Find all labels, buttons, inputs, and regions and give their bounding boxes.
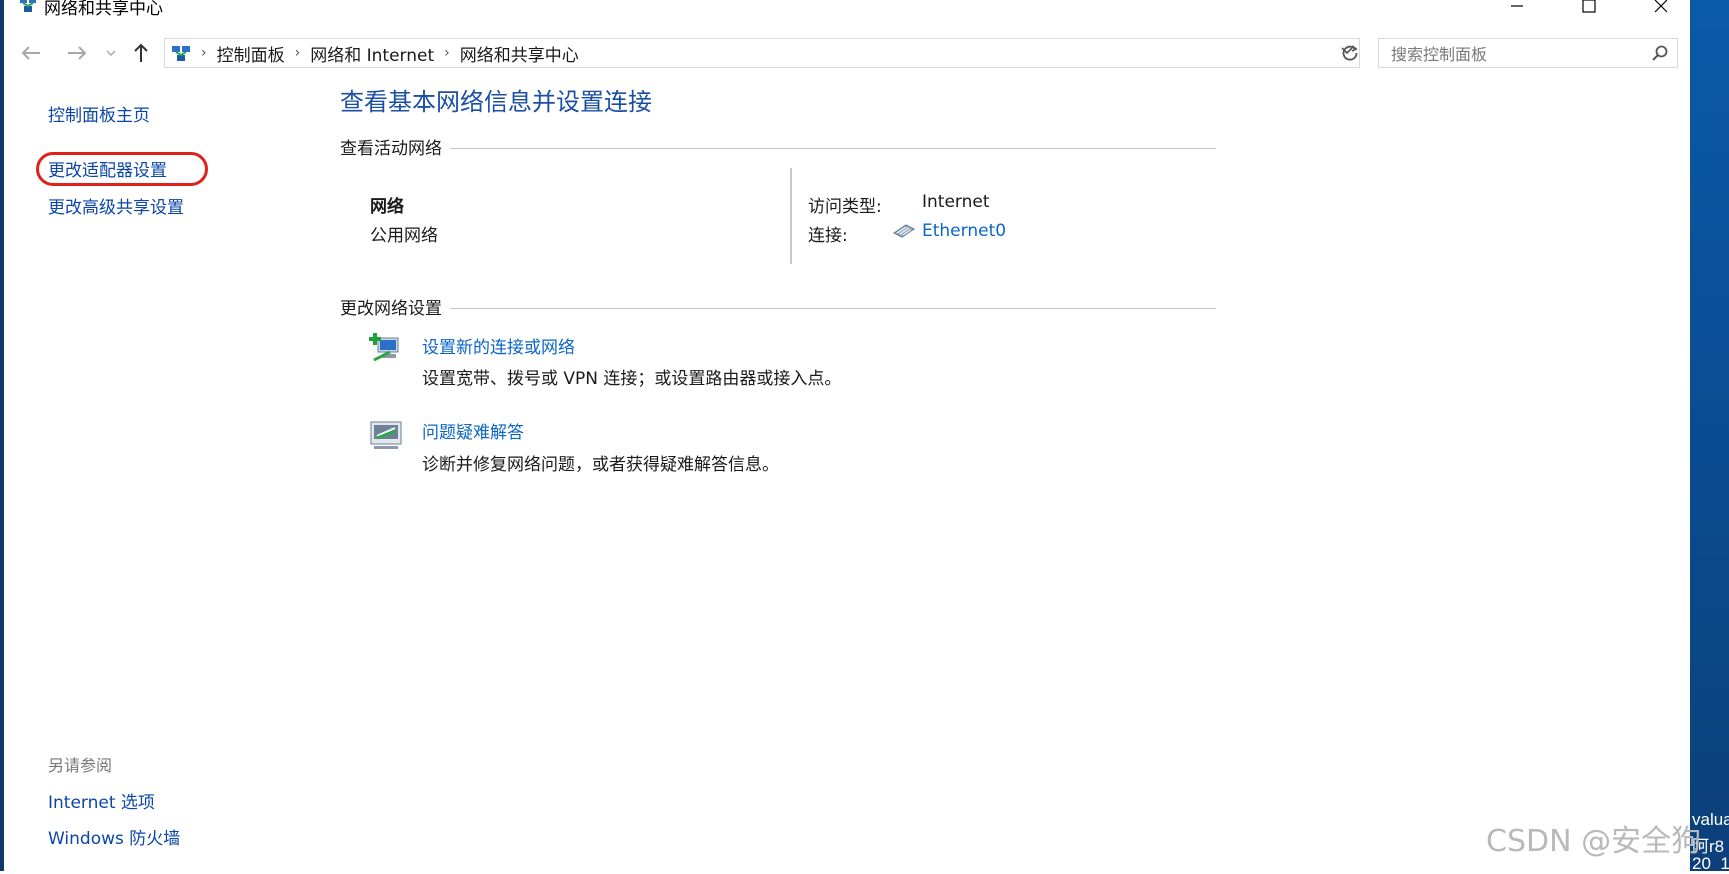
ethernet-icon (893, 224, 915, 238)
forward-button[interactable] (66, 40, 88, 66)
breadcrumb-network-center[interactable]: 网络和共享中心 (460, 41, 579, 66)
close-button[interactable] (1638, 0, 1684, 20)
refresh-button[interactable] (1338, 38, 1362, 68)
back-button[interactable] (20, 40, 42, 66)
ethernet-connection-link[interactable]: Ethernet0 (922, 221, 1006, 241)
minimize-button[interactable] (1494, 0, 1540, 20)
troubleshoot-description: 诊断并修复网络问题，或者获得疑难解答信息。 (422, 455, 779, 475)
access-type-value: Internet (922, 192, 990, 212)
watermark: CSDN @安全狗 (1486, 824, 1702, 859)
search-input[interactable] (1389, 39, 1633, 69)
connections-label: 连接: (808, 226, 848, 246)
change-settings-section: 更改网络设置 (340, 294, 1216, 319)
sidebar-link-internet-options[interactable]: Internet 选项 (48, 788, 155, 813)
address-bar[interactable]: › 控制面板 › 网络和 Internet › 网络和共享中心 (164, 38, 1360, 68)
troubleshoot-link[interactable]: 问题疑难解答 (422, 418, 524, 443)
page-title: 查看基本网络信息并设置连接 (340, 88, 652, 116)
section-title: 查看活动网络 (340, 138, 442, 159)
title-bar: 网络和共享中心 (4, 0, 1690, 24)
window-title: 网络和共享中心 (44, 0, 163, 19)
section-divider (450, 307, 1216, 309)
see-also-heading: 另请参阅 (48, 756, 113, 775)
breadcrumb-control-panel[interactable]: 控制面板 (217, 41, 285, 66)
breadcrumb-network-internet[interactable]: 网络和 Internet (310, 41, 434, 66)
network-type: 公用网络 (370, 226, 438, 246)
breadcrumb-separator: › (444, 45, 450, 61)
section-divider (450, 147, 1216, 149)
refresh-icon (1342, 45, 1358, 61)
arrow-up-icon (134, 43, 148, 62)
troubleshoot-icon (370, 421, 402, 449)
maximize-icon (1582, 0, 1596, 13)
search-box[interactable] (1378, 38, 1678, 69)
close-icon (1654, 0, 1668, 13)
control-panel-icon (172, 46, 190, 61)
minimize-icon (1511, 5, 1523, 7)
arrow-right-icon (68, 46, 87, 60)
sidebar-link-advanced-sharing[interactable]: 更改高级共享设置 (48, 193, 184, 218)
maximize-button[interactable] (1566, 0, 1612, 20)
red-highlight-annotation (36, 152, 208, 186)
new-connection-link[interactable]: 设置新的连接或网络 (422, 333, 575, 358)
network-center-icon (20, 0, 36, 12)
active-network-section: 查看活动网络 (340, 134, 1216, 159)
sidebar-link-home[interactable]: 控制面板主页 (48, 101, 150, 126)
new-connection-description: 设置宽带、拨号或 VPN 连接；或设置路由器或接入点。 (422, 369, 842, 389)
control-panel-window: 网络和共享中心 › 控制面板 › 网络和 Internet › 网络和共享中心 … (4, 0, 1690, 871)
breadcrumb-separator: › (294, 45, 301, 61)
recent-locations-button[interactable] (106, 40, 116, 66)
search-icon[interactable] (1651, 44, 1669, 62)
network-name: 网络 (370, 197, 404, 217)
section-title: 更改网络设置 (340, 298, 442, 319)
breadcrumb-separator: › (201, 45, 207, 61)
arrow-left-icon (21, 46, 40, 60)
access-type-label: 访问类型: (808, 197, 882, 217)
chevron-down-icon (106, 50, 116, 57)
new-connection-icon (369, 333, 399, 362)
sidebar-link-firewall[interactable]: Windows 防火墙 (48, 824, 180, 849)
vertical-divider (790, 168, 792, 264)
up-button[interactable] (132, 40, 150, 66)
desktop-background: valua 阿r8 20_1 (1690, 0, 1729, 873)
